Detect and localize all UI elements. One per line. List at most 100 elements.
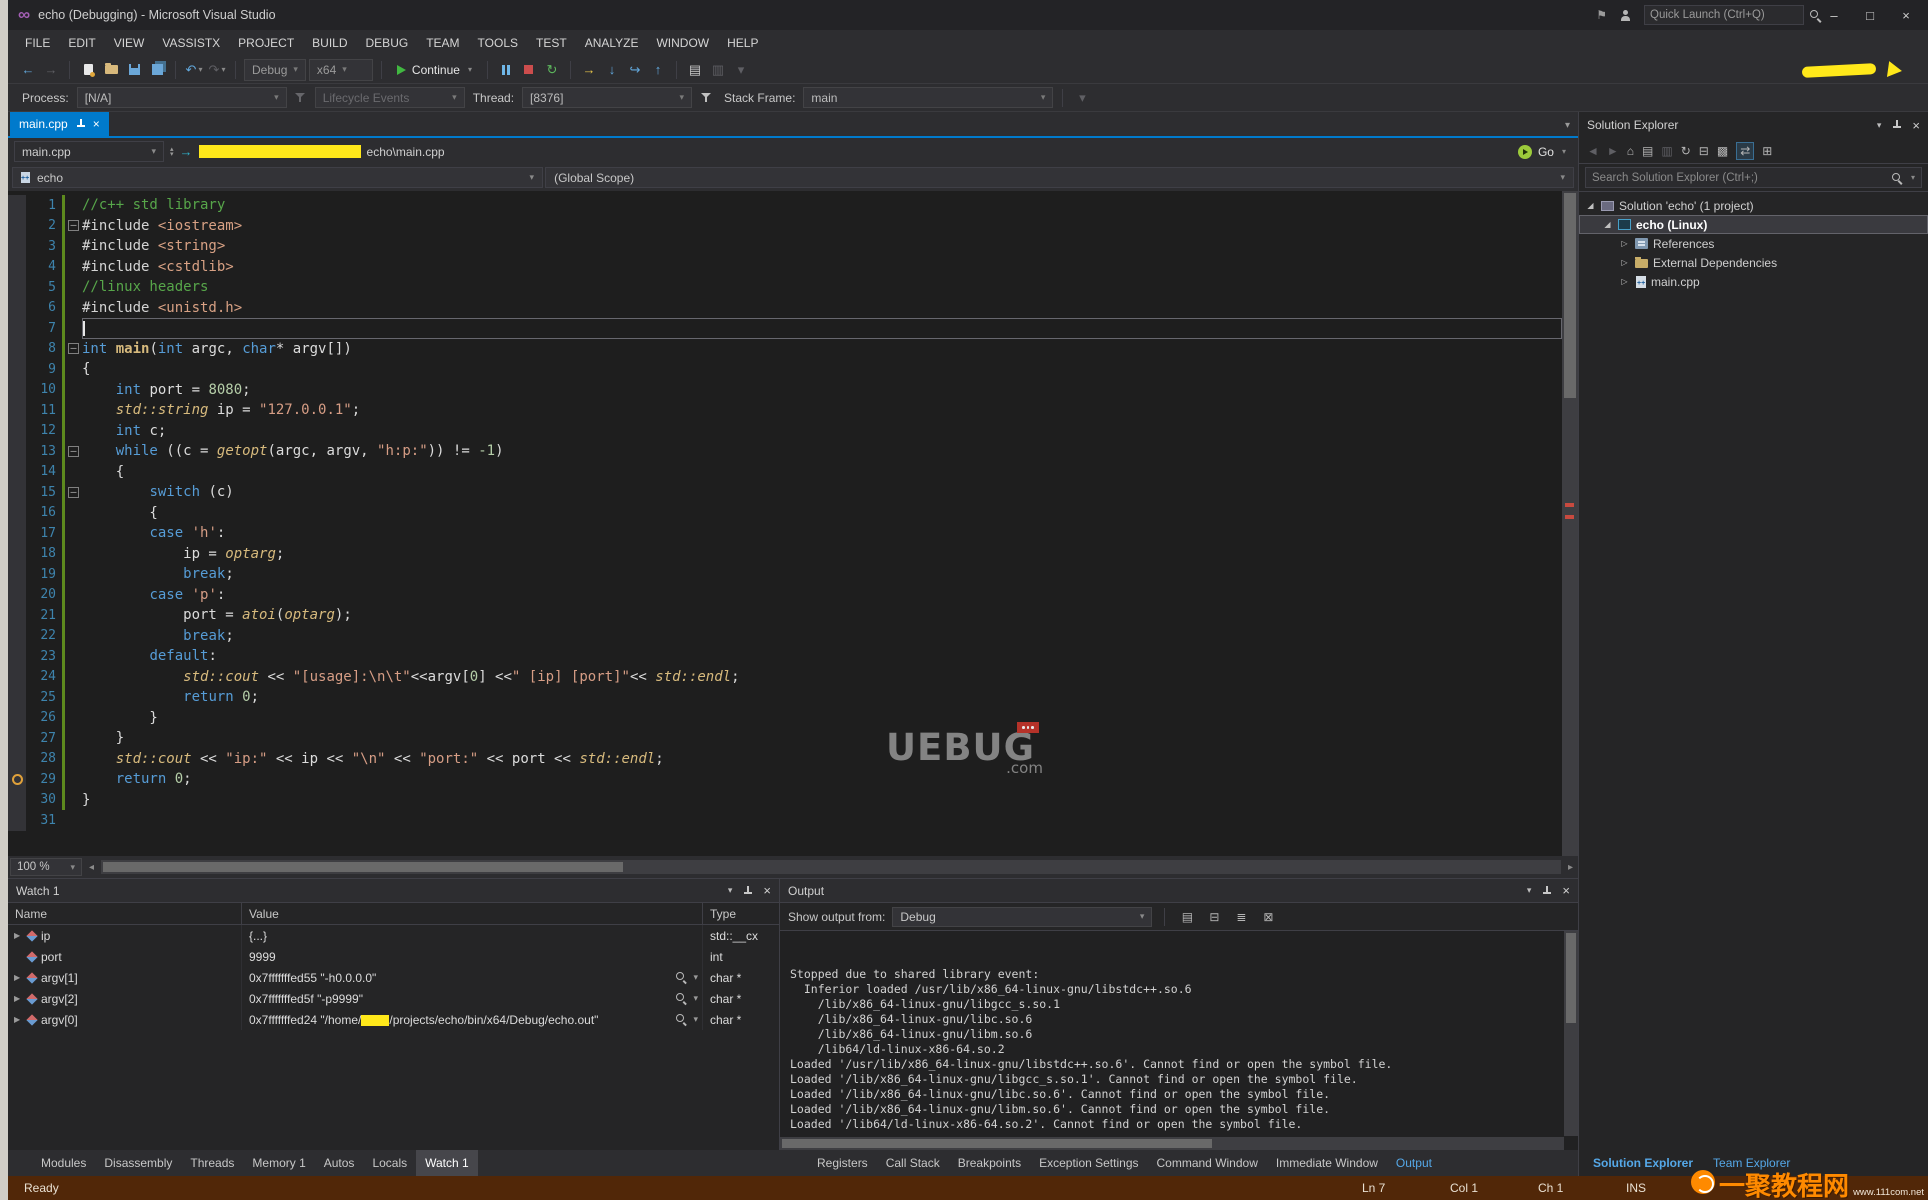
visualizer-chevron-icon[interactable]: ▾ <box>693 993 702 1004</box>
close-icon[interactable]: × <box>1912 118 1920 133</box>
editor-horizontal-scrollbar[interactable] <box>101 860 1561 874</box>
code-line[interactable]: 2– #include <iostream> <box>8 215 1562 236</box>
pin-icon[interactable] <box>1541 885 1552 897</box>
code-line[interactable]: 30} <box>8 789 1562 810</box>
tab-output[interactable]: Output <box>1387 1150 1441 1176</box>
tab-registers[interactable]: Registers <box>808 1150 877 1176</box>
menu-team[interactable]: TEAM <box>417 30 468 56</box>
watch-row-argv-0-[interactable]: ▶ argv[0] 0x7fffffffed24 "/home//projects/… <box>8 1009 779 1030</box>
output-content[interactable]: Stopped due to shared library event: Inf… <box>780 931 1578 1150</box>
code-line[interactable]: 5 //linux headers <box>8 277 1562 298</box>
continue-button[interactable]: Continue ▾ <box>390 59 479 81</box>
clear-all-icon[interactable]: ≣ <box>1231 907 1251 927</box>
tab-breakpoints[interactable]: Breakpoints <box>949 1150 1030 1176</box>
column-header-value[interactable]: Value <box>242 903 703 924</box>
tree-item-references[interactable]: ▷ References <box>1579 234 1928 253</box>
sync-with-active-document-icon[interactable]: ⇄ <box>1736 141 1755 160</box>
tree-item-external-dependencies[interactable]: ▷ External Dependencies <box>1579 253 1928 272</box>
switch-views-icon[interactable]: ▤ <box>1642 144 1653 158</box>
tab-command-window[interactable]: Command Window <box>1148 1150 1267 1176</box>
navigate-back-icon[interactable]: ← <box>18 59 38 81</box>
scope-select[interactable]: echo▾ <box>12 167 544 188</box>
close-icon[interactable]: × <box>1562 883 1570 898</box>
breakpoint-margin[interactable] <box>8 707 26 728</box>
file-select[interactable]: main.cpp ▾ <box>14 141 164 162</box>
expander-icon[interactable]: ▶ <box>14 1015 23 1024</box>
pending-changes-filter-icon[interactable]: ▥ <box>1661 144 1672 158</box>
save-icon[interactable] <box>124 59 144 81</box>
solution-search-input[interactable] <box>1592 171 1885 184</box>
step-into-icon[interactable]: ↓ <box>602 59 622 81</box>
visualizer-chevron-icon[interactable]: ▾ <box>693 972 702 983</box>
zoom-select[interactable]: 100 % ▾ <box>10 858 82 876</box>
document-list-chevron-icon[interactable]: ▾ <box>1565 120 1578 131</box>
tab-locals[interactable]: Locals <box>363 1150 416 1176</box>
breakpoint-margin[interactable] <box>8 605 26 626</box>
menu-help[interactable]: HELP <box>718 30 767 56</box>
watch-value-cell[interactable]: 9999 <box>242 946 703 967</box>
code-line[interactable]: 29 return 0; <box>8 769 1562 790</box>
menu-view[interactable]: VIEW <box>105 30 154 56</box>
notifications-flag-icon[interactable]: ⚑ <box>1596 8 1607 22</box>
breakpoint-margin[interactable] <box>8 277 26 298</box>
scrollbar-thumb[interactable] <box>1564 193 1576 398</box>
properties-icon[interactable]: ⊞ <box>1762 144 1772 158</box>
watch-name-cell[interactable]: ▶ argv[1] <box>8 967 242 988</box>
breakpoint-margin[interactable] <box>8 379 26 400</box>
redo-icon[interactable]: ↷ ▾ <box>207 59 227 81</box>
code-line[interactable]: 6 #include <unistd.h> <box>8 297 1562 318</box>
go-options-chevron-icon[interactable]: ▾ <box>1562 147 1566 156</box>
output-source-select[interactable]: Debug ▾ <box>892 906 1153 927</box>
refresh-icon[interactable]: ↻ <box>1681 144 1691 158</box>
collapse-box-icon[interactable]: – <box>68 486 79 498</box>
menu-window[interactable]: WINDOW <box>647 30 718 56</box>
code-line[interactable]: 21 port = atoi(optarg); <box>8 605 1562 626</box>
tab-modules[interactable]: Modules <box>32 1150 95 1176</box>
stack-frame-select[interactable]: main ▾ <box>803 87 1054 108</box>
pin-icon[interactable] <box>742 885 753 897</box>
sign-in-user-icon[interactable] <box>1619 9 1632 22</box>
scrollbar-thumb[interactable] <box>782 1139 1212 1148</box>
code-line[interactable]: 26 } <box>8 707 1562 728</box>
breakpoint-margin[interactable] <box>8 625 26 646</box>
word-wrap-icon[interactable]: ⊠ <box>1258 907 1278 927</box>
step-out-icon[interactable]: ↑ <box>648 59 668 81</box>
solution-search-box[interactable]: ▾ <box>1585 167 1922 188</box>
code-line[interactable]: 12 int c; <box>8 420 1562 441</box>
tab-watch-1[interactable]: Watch 1 <box>416 1150 478 1176</box>
tab-call-stack[interactable]: Call Stack <box>877 1150 949 1176</box>
menu-file[interactable]: FILE <box>16 30 59 56</box>
code-line[interactable]: 4 #include <cstdlib> <box>8 256 1562 277</box>
tree-expander-icon[interactable]: ◢ <box>1585 201 1596 210</box>
watch-row-argv-1-[interactable]: ▶ argv[1] 0x7fffffffed55 "-h0.0.0.0" ▾ char … <box>8 967 779 988</box>
fold-indicator[interactable]: – <box>65 486 82 498</box>
breakpoint-margin[interactable] <box>8 236 26 257</box>
code-line[interactable]: 31 <box>8 810 1562 831</box>
code-line[interactable]: 7 <box>8 318 1562 339</box>
code-line[interactable]: 18 ip = optarg; <box>8 543 1562 564</box>
minimize-button[interactable]: – <box>1816 2 1852 28</box>
tab-main-cpp[interactable]: main.cpp × <box>10 112 109 136</box>
window-position-chevron-icon[interactable]: ▾ <box>1877 120 1882 131</box>
tab-memory-1[interactable]: Memory 1 <box>243 1150 314 1176</box>
menu-test[interactable]: TEST <box>527 30 576 56</box>
tree-item-echo-linux-[interactable]: ◢ echo (Linux) <box>1579 215 1928 234</box>
breakpoint-margin[interactable] <box>8 666 26 687</box>
dock-tab-solution-explorer[interactable]: Solution Explorer <box>1583 1150 1703 1176</box>
collapse-box-icon[interactable]: – <box>68 445 79 457</box>
tree-expander-icon[interactable]: ◢ <box>1602 220 1613 229</box>
watch-row-argv-2-[interactable]: ▶ argv[2] 0x7fffffffed5f "-p9999" ▾ char * <box>8 988 779 1009</box>
breakpoint-margin[interactable] <box>8 338 26 359</box>
fold-indicator[interactable]: – <box>65 343 82 355</box>
breakpoint-margin[interactable] <box>8 728 26 749</box>
pin-icon[interactable] <box>75 118 86 130</box>
menu-analyze[interactable]: ANALYZE <box>576 30 648 56</box>
expander-icon[interactable]: ▶ <box>14 994 23 1003</box>
solution-explorer-header[interactable]: Solution Explorer ▾ × <box>1579 112 1928 138</box>
debug-location-options-icon[interactable]: ▾ <box>1072 87 1092 109</box>
lifecycle-events-select[interactable]: Lifecycle Events ▾ <box>314 87 465 108</box>
stack-filter-icon[interactable] <box>696 87 716 109</box>
code-line[interactable]: 27 } <box>8 728 1562 749</box>
breakpoint-margin[interactable] <box>8 441 26 462</box>
breakpoint-margin[interactable] <box>8 523 26 544</box>
